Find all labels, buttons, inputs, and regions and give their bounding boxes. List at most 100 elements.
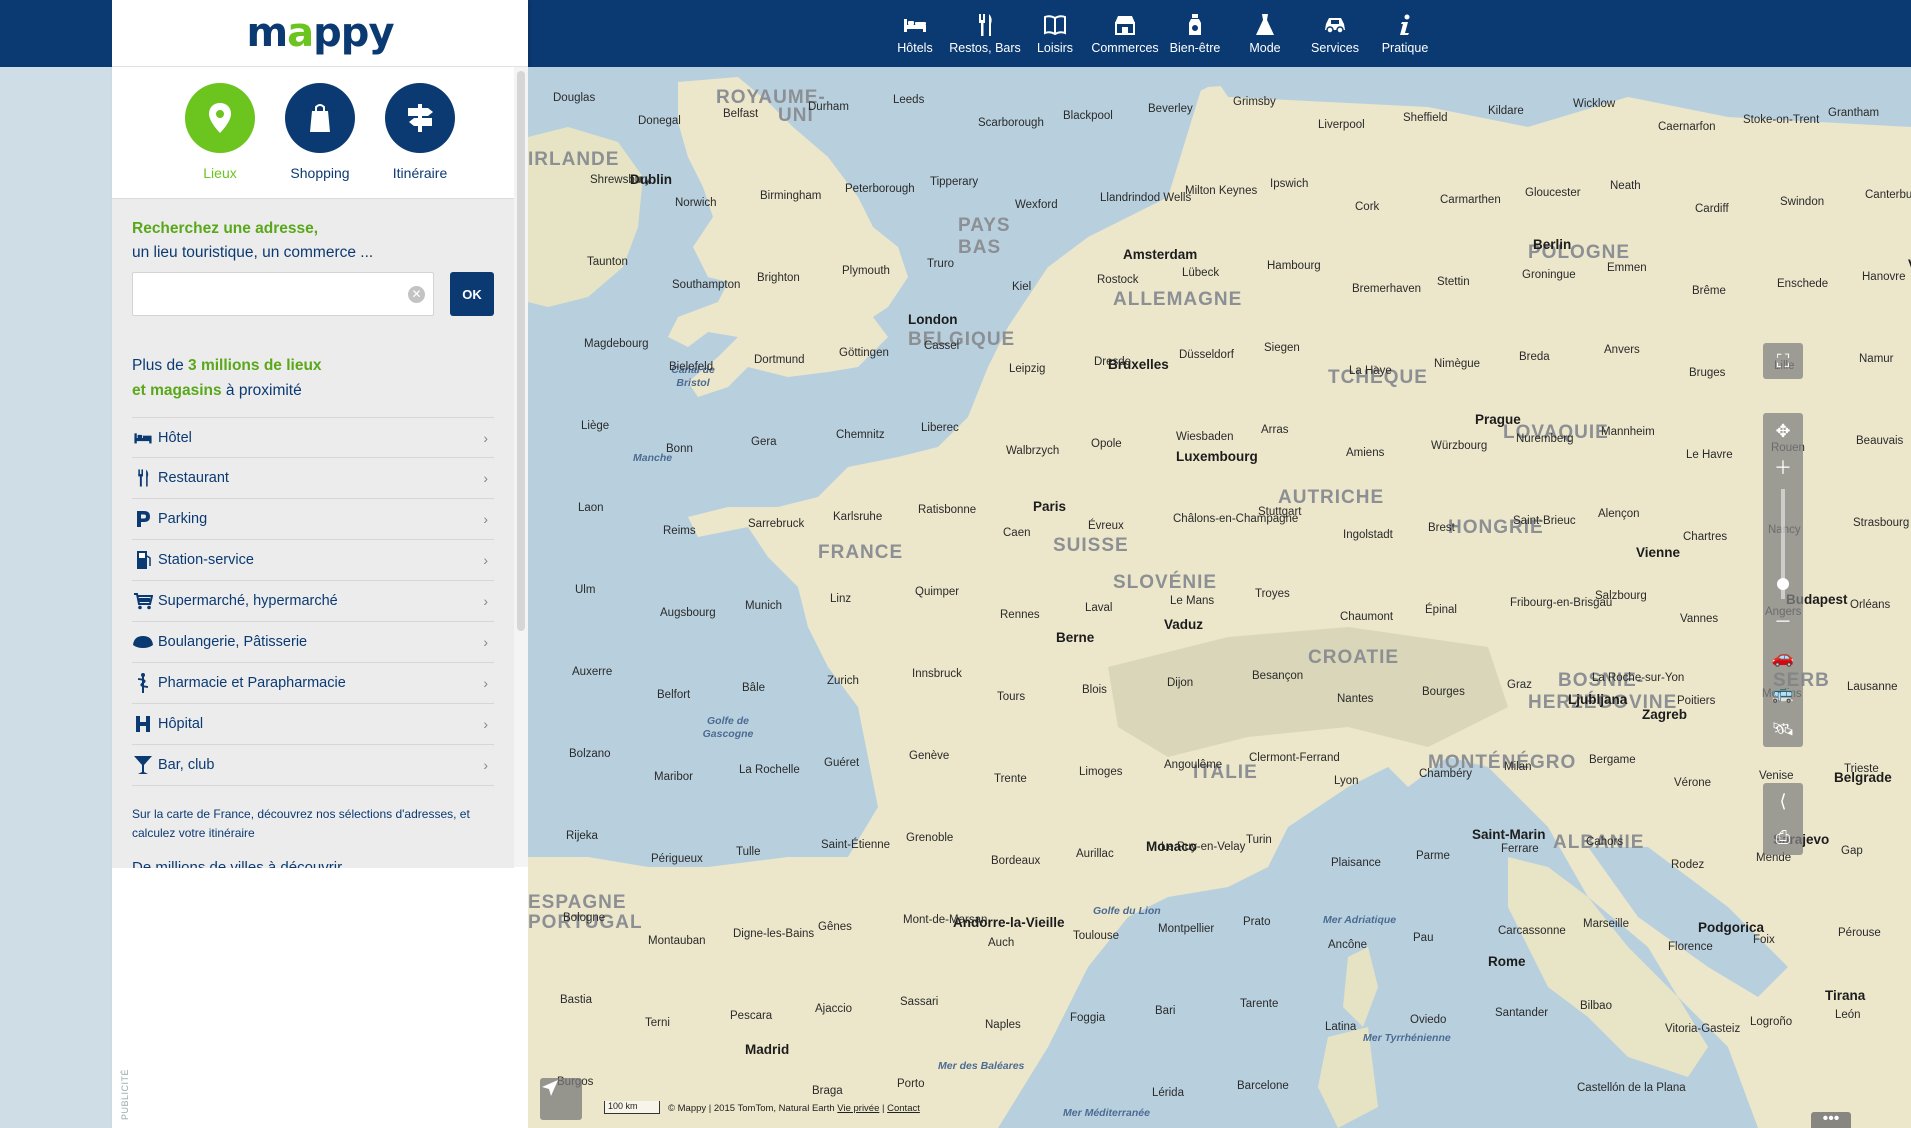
map-terrain <box>528 67 1911 1128</box>
category-station-service[interactable]: Station-service › <box>132 540 494 581</box>
zoom-slider-thumb[interactable] <box>1777 577 1789 590</box>
city-label: Rennes <box>1000 609 1040 621</box>
print-icon[interactable]: ⎙ <box>1763 819 1803 855</box>
zoom-slider[interactable] <box>1777 489 1789 599</box>
ad-label: PUBLICITÉ <box>120 1068 130 1120</box>
nav-label: Hôtels <box>897 40 933 55</box>
mode-shopping[interactable]: Shopping <box>285 83 355 198</box>
city-label: Plymouth <box>842 265 890 277</box>
city-label: Laval <box>1085 602 1113 614</box>
country-label: SUISSE <box>1053 535 1129 556</box>
footer-text-cut: De millions de villes à découvrir <box>132 859 343 868</box>
caduceus-icon <box>132 672 154 694</box>
locate-me-button[interactable] <box>540 1078 582 1120</box>
nav-loisirs[interactable]: Loisirs <box>1020 0 1090 67</box>
nav-services[interactable]: Services <box>1300 0 1370 67</box>
city-label: Bastia <box>560 994 592 1006</box>
city-label: Vérone <box>1674 777 1712 789</box>
mode-itineraire[interactable]: Itinéraire <box>385 83 455 198</box>
category-bar-club[interactable]: Bar, club › <box>132 745 494 786</box>
city-label: Sarrebruck <box>748 518 805 530</box>
mode-lieux[interactable]: Lieux <box>185 83 255 198</box>
capital-label: Berlin <box>1533 237 1572 252</box>
zoom-in-icon[interactable]: ＋ <box>1763 449 1803 485</box>
city-label: Belfort <box>657 689 691 701</box>
city-label: Clermont-Ferrand <box>1249 752 1340 764</box>
category-parking[interactable]: Parking › <box>132 499 494 540</box>
city-label: Beverley <box>1148 103 1193 115</box>
scroll-thumb[interactable] <box>517 71 525 631</box>
city-label: Belfast <box>723 108 759 120</box>
category-restaurant[interactable]: Restaurant › <box>132 458 494 499</box>
chevron-right-icon: › <box>483 716 488 732</box>
ok-button[interactable]: OK <box>450 272 494 316</box>
mappy-logo[interactable]: mappy <box>112 0 528 67</box>
city-label: Parme <box>1416 850 1450 862</box>
cart-icon <box>132 590 154 612</box>
contact-link[interactable]: Contact <box>887 1103 920 1114</box>
city-label: Cassel <box>924 340 960 352</box>
bed-icon <box>132 427 154 449</box>
city-label: Reims <box>663 525 696 537</box>
city-label: Rostock <box>1097 274 1139 286</box>
info-icon <box>1392 13 1418 37</box>
city-label: Trente <box>994 773 1027 785</box>
clear-icon[interactable]: ✕ <box>408 286 425 303</box>
mode-label: Itinéraire <box>392 165 448 181</box>
mode-label: Shopping <box>290 165 350 181</box>
fullscreen-icon[interactable]: ⛶ <box>1763 343 1803 379</box>
capital-label: Amsterdam <box>1123 247 1198 262</box>
privacy-link[interactable]: Vie privée <box>837 1103 879 1114</box>
country-label: SLOVÉNIE <box>1113 572 1218 593</box>
city-label: Chartres <box>1683 531 1728 543</box>
city-label: Bonn <box>666 443 693 455</box>
nav-mode[interactable]: Mode <box>1230 0 1300 67</box>
chevron-right-icon: › <box>483 470 488 486</box>
category-hotel[interactable]: Hôtel › <box>132 417 494 458</box>
pan-icon[interactable]: ✥ <box>1763 413 1803 449</box>
attribution-text: © Mappy | 2015 TomTom, Natural Earth <box>668 1103 838 1114</box>
city-label: Opole <box>1091 438 1122 450</box>
city-label: Douglas <box>553 92 596 104</box>
search-title-rest: un lieu touristique, un commerce ... <box>132 244 374 261</box>
bed-icon <box>902 13 928 37</box>
sidebar-scrollbar[interactable] <box>514 67 528 867</box>
city-label: Groningue <box>1522 269 1576 281</box>
more-options-button[interactable]: ••• <box>1811 1111 1851 1128</box>
city-label: Birmingham <box>760 190 822 202</box>
transit-icon[interactable]: 🚌 <box>1763 675 1803 711</box>
city-label: Breda <box>1519 351 1550 363</box>
map[interactable]: ROYAUME- UNI IRLANDE PAYS BAS ALLEMAGNE BELGIQ… <box>528 67 1911 1128</box>
city-label: Braga <box>812 1085 843 1097</box>
category-hopital[interactable]: Hôpital › <box>132 704 494 745</box>
city-label: Oviedo <box>1410 1014 1447 1026</box>
city-label: Caernarfon <box>1658 121 1716 133</box>
city-label: Norwich <box>675 197 717 209</box>
nav-bien-etre[interactable]: Bien-être <box>1160 0 1230 67</box>
city-label: Le Puy-en-Velay <box>1161 841 1246 853</box>
city-label: La Haye <box>1349 365 1392 377</box>
traffic-icon[interactable]: 🚗 <box>1763 639 1803 675</box>
nav-hotels[interactable]: Hôtels <box>880 0 950 67</box>
nav-pratique[interactable]: Pratique <box>1370 0 1440 67</box>
satellite-icon[interactable]: 🛰 <box>1763 711 1803 747</box>
city-label: Anvers <box>1604 344 1640 356</box>
city-label: Hambourg <box>1267 260 1321 272</box>
logo-text: mappy <box>246 10 394 56</box>
category-supermarche[interactable]: Supermarché, hypermarché › <box>132 581 494 622</box>
city-label: Liberec <box>921 422 959 434</box>
city-label: Toulouse <box>1073 930 1120 942</box>
search-input[interactable] <box>133 273 393 315</box>
city-label: Neath <box>1610 180 1641 192</box>
capital-label: Madrid <box>745 1042 790 1057</box>
city-label: Tours <box>997 691 1026 703</box>
category-pharmacie[interactable]: Pharmacie et Parapharmacie › <box>132 663 494 704</box>
zoom-out-icon[interactable]: － <box>1763 603 1803 639</box>
share-icon[interactable]: ⟨ <box>1763 783 1803 819</box>
category-boulangerie[interactable]: Boulangerie, Pâtisserie › <box>132 622 494 663</box>
nav-restos-bars[interactable]: Restos, Bars <box>949 0 1021 67</box>
city-label: Taunton <box>587 256 628 268</box>
city-label: Kiel <box>1012 281 1032 293</box>
category-list: Hôtel › Restaurant › Parking › Station-s… <box>132 417 494 786</box>
nav-commerces[interactable]: Commerces <box>1090 0 1160 67</box>
